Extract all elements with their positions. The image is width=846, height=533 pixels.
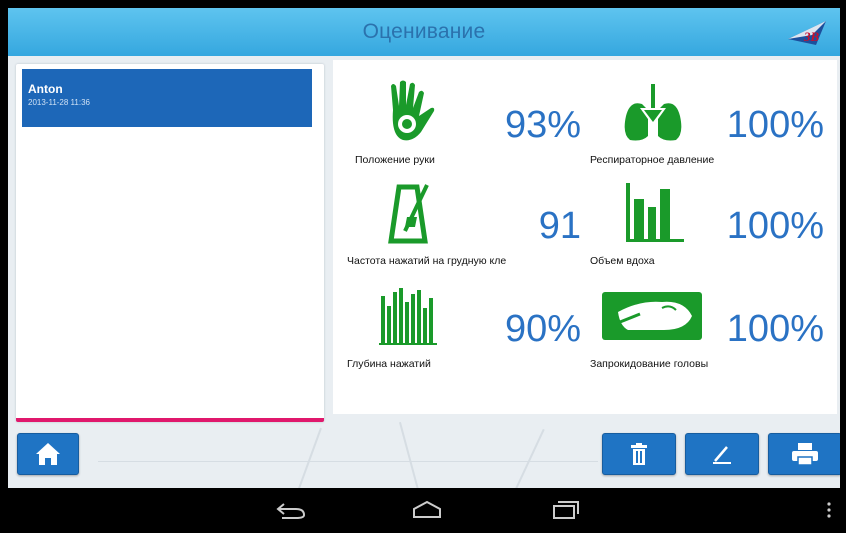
- app-header: Оценивание 3B: [8, 8, 840, 57]
- trash-icon: [631, 443, 647, 465]
- metric-inhale-volume: 100% Объем вдоха: [590, 163, 830, 267]
- metric-value: 100%: [726, 104, 824, 146]
- hand-icon: [391, 80, 435, 141]
- delete-button[interactable]: [602, 433, 676, 475]
- android-navbar: [0, 488, 846, 533]
- printer-icon: [792, 443, 818, 466]
- list-item[interactable]: Anton 2013-11-28 11:36: [22, 69, 312, 127]
- metric-hand-position: 93% Положение руки: [347, 62, 587, 166]
- recents-icon[interactable]: [552, 500, 582, 520]
- metric-value: 93%: [504, 104, 581, 146]
- home-outline-icon[interactable]: [412, 500, 442, 520]
- metric-value: 100%: [726, 308, 824, 350]
- session-date: 2013-11-28 11:36: [28, 98, 90, 107]
- metric-label: Глубина нажатий: [347, 358, 431, 370]
- session-name: Anton: [28, 82, 63, 96]
- page-title: Оценивание: [362, 20, 486, 43]
- edit-button[interactable]: [685, 433, 759, 475]
- metric-label: Запрокидование головы: [590, 358, 709, 370]
- print-button[interactable]: [768, 433, 840, 475]
- metric-compression-depth: 90% Глубина нажатий: [347, 266, 587, 370]
- metric-value: 100%: [726, 205, 824, 247]
- volume-bars-icon: [626, 183, 684, 242]
- back-icon[interactable]: [276, 500, 306, 520]
- metric-respiratory-pressure: 100% Респираторное давление: [590, 62, 830, 166]
- svg-text:3B: 3B: [803, 29, 820, 44]
- metric-compression-rate: 91 Частота нажатий на грудную кле: [347, 163, 587, 267]
- metric-head-tilt: 100% Запрокидование головы: [590, 266, 830, 370]
- metric-value: 91: [538, 205, 581, 247]
- home-icon: [36, 443, 60, 465]
- 3b-logo-icon: 3B: [788, 21, 826, 45]
- results-panel: 93% Положение руки 100% Респираторное да…: [333, 60, 837, 414]
- metric-value: 90%: [504, 308, 581, 350]
- pen-icon: [713, 446, 731, 464]
- main-area: Anton 2013-11-28 11:36 93% Положение рук…: [8, 56, 840, 488]
- status-bar: [0, 0, 846, 8]
- session-list: Anton 2013-11-28 11:36: [16, 64, 324, 422]
- metronome-icon: [388, 184, 429, 244]
- head-tilt-icon: [602, 292, 702, 340]
- depth-bars-icon: [379, 288, 437, 345]
- home-button[interactable]: [17, 433, 79, 475]
- lungs-icon: [624, 84, 682, 141]
- menu-dots-icon[interactable]: [826, 500, 832, 520]
